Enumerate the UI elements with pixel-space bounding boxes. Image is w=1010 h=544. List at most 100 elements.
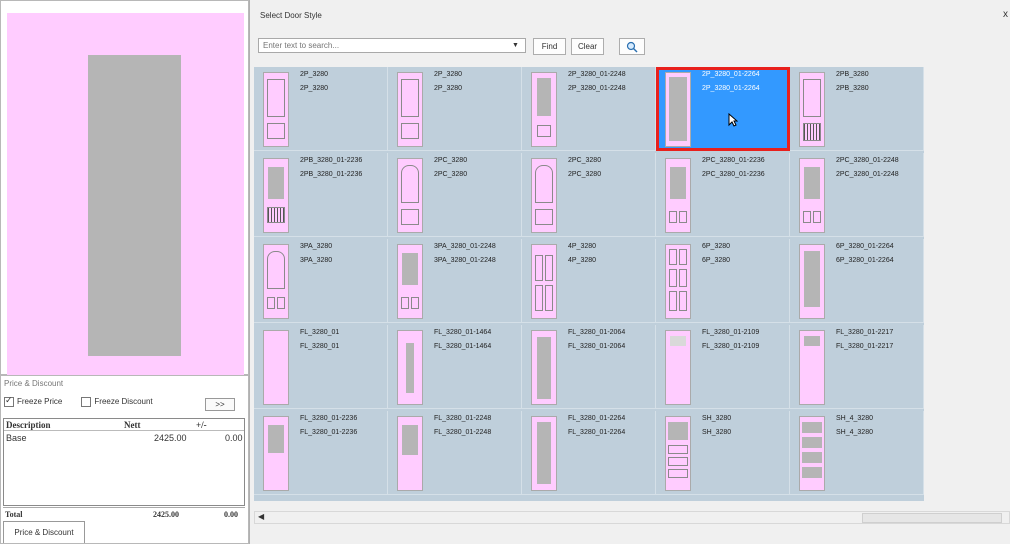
glass-panel	[802, 422, 822, 433]
door-style-name: 2PC_3280	[434, 157, 468, 164]
door-style-name: FL_3280_01-2264	[568, 415, 626, 422]
panel	[668, 457, 688, 466]
door-style-tile[interactable]: 2PB_3280_01-2236 2PB_3280_01-2236	[254, 153, 388, 237]
door-style-code: 6P_3280	[702, 257, 731, 264]
door-style-name: 6P_3280	[702, 243, 731, 250]
door-style-code: 2PB_3280_01-2236	[300, 171, 363, 178]
door-style-tile[interactable]: 2PC_3280_01-2248 2PC_3280_01-2248	[790, 153, 924, 237]
door-style-tile[interactable]: FL_3280_01-2217 FL_3280_01-2217	[790, 325, 924, 409]
price-discount-options: Freeze Price Freeze Discount	[4, 395, 153, 407]
door-style-code: 2P_3280	[300, 85, 329, 92]
door-style-tile[interactable]: 2PC_3280_01-2236 2PC_3280_01-2236	[656, 153, 790, 237]
upper-panel	[267, 79, 285, 117]
freeze-price-checkbox[interactable]	[4, 395, 14, 407]
door-style-code: FL_3280_01-2109	[702, 343, 760, 350]
door-style-tile[interactable]: FL_3280_01-2236 FL_3280_01-2236	[254, 411, 388, 495]
door-thumbnail	[799, 72, 825, 147]
door-style-code: 2PB_3280	[836, 85, 869, 92]
door-thumbnail	[397, 416, 423, 491]
panel	[679, 269, 687, 287]
door-thumbnail	[799, 244, 825, 319]
lower-panel	[411, 297, 419, 309]
door-style-tile[interactable]: FL_3280_01-2264 FL_3280_01-2264	[522, 411, 656, 495]
door-style-code: 6P_3280_01-2264	[836, 257, 894, 264]
door-style-name: 2PC_3280_01-2248	[836, 157, 899, 164]
expand-button[interactable]: >>	[205, 398, 235, 411]
glass-panel	[802, 437, 822, 448]
panel	[668, 469, 688, 478]
magnifier-button[interactable]	[619, 38, 645, 55]
door-style-name: 2P_3280	[434, 71, 463, 78]
find-button[interactable]: Find	[533, 38, 566, 55]
scroll-left-icon[interactable]: ◀	[258, 512, 264, 521]
panel	[679, 291, 687, 311]
door-preview-glass-panel	[88, 55, 181, 356]
door-style-code: 2P_3280_01-2248	[568, 85, 626, 92]
upper-panel	[803, 79, 821, 117]
door-style-code: FL_3280_01-2248	[434, 429, 492, 436]
scrollbar-thumb[interactable]	[862, 513, 1002, 523]
door-style-tile[interactable]: FL_3280_01-2109 FL_3280_01-2109	[656, 325, 790, 409]
upper-panel	[267, 251, 285, 289]
door-thumbnail	[799, 330, 825, 405]
door-style-code: 2P_3280	[434, 85, 463, 92]
door-style-code: 2PC_3280_01-2236	[702, 171, 765, 178]
glass-panel	[668, 422, 688, 440]
door-style-name: FL_3280_01-1464	[434, 329, 492, 336]
search-dropdown-icon[interactable]: ▼	[512, 42, 519, 49]
door-style-tile[interactable]: 3PA_3280_01-2248 3PA_3280_01-2248	[388, 239, 522, 323]
door-style-name: SH_3280	[702, 415, 732, 422]
door-style-tile[interactable]: FL_3280_01-2248 FL_3280_01-2248	[388, 411, 522, 495]
clear-button[interactable]: Clear	[571, 38, 604, 55]
door-style-tile[interactable]: 2P_3280 2P_3280	[388, 67, 522, 151]
door-thumbnail	[665, 244, 691, 319]
lower-panel	[813, 211, 821, 223]
door-style-tile[interactable]: 2PC_3280 2PC_3280	[388, 153, 522, 237]
freeze-discount-label: Freeze Discount	[94, 397, 153, 407]
door-style-tile[interactable]: 6P_3280 6P_3280	[656, 239, 790, 323]
panel	[679, 249, 687, 265]
door-thumbnail	[531, 416, 557, 491]
door-style-tile[interactable]: 2P_3280 2P_3280	[254, 67, 388, 151]
door-style-tile[interactable]: 2P_3280_01-2264 2P_3280_01-2264	[656, 67, 790, 151]
close-icon[interactable]: x	[1003, 9, 1008, 20]
door-style-name: 2PB_3280	[836, 71, 869, 78]
panel	[669, 291, 677, 311]
panel	[668, 445, 688, 454]
door-style-tile[interactable]: SH_3280 SH_3280	[656, 411, 790, 495]
lower-panel	[277, 297, 285, 309]
total-label: Total	[5, 510, 23, 519]
door-style-tile[interactable]: 2PB_3280 2PB_3280	[790, 67, 924, 151]
lower-panel	[679, 211, 687, 223]
search-input[interactable]	[258, 38, 526, 53]
door-style-name: FL_3280_01-2109	[702, 329, 760, 336]
door-style-tile[interactable]: FL_3280_01-1464 FL_3280_01-1464	[388, 325, 522, 409]
door-style-name: SH_4_3280	[836, 415, 873, 422]
door-style-code: FL_3280_01	[300, 343, 340, 350]
door-style-name: 2P_3280	[300, 71, 329, 78]
tab-price-discount[interactable]: Price & Discount	[3, 521, 85, 543]
total-diff: 0.00	[224, 510, 238, 519]
col-nett: Nett	[124, 420, 141, 430]
door-thumbnail	[263, 158, 289, 233]
price-discount-title: Price & Discount	[4, 379, 64, 388]
door-style-tile[interactable]: 3PA_3280 3PA_3280	[254, 239, 388, 323]
door-style-tile[interactable]: FL_3280_01 FL_3280_01	[254, 325, 388, 409]
freeze-price-label: Freeze Price	[17, 397, 63, 407]
door-style-tile[interactable]: 2P_3280_01-2248 2P_3280_01-2248	[522, 67, 656, 151]
upper-panel	[401, 165, 419, 203]
price-row-description: Base	[6, 433, 27, 443]
door-style-tile[interactable]: FL_3280_01-2064 FL_3280_01-2064	[522, 325, 656, 409]
door-style-tile[interactable]: 4P_3280 4P_3280	[522, 239, 656, 323]
door-style-tile[interactable]: SH_4_3280 SH_4_3280	[790, 411, 924, 495]
door-style-tile[interactable]: 6P_3280_01-2264 6P_3280_01-2264	[790, 239, 924, 323]
magnifier-icon	[626, 41, 638, 53]
door-style-gallery: 2P_3280 2P_3280 2P_3280 2P_3280 2P_3280_01-2…	[254, 67, 924, 501]
door-thumbnail	[531, 72, 557, 147]
louver-panel	[803, 123, 821, 141]
door-thumbnail	[665, 72, 691, 147]
freeze-discount-checkbox[interactable]	[81, 396, 92, 407]
door-preview-image	[7, 13, 244, 375]
panel	[669, 269, 677, 287]
door-style-tile[interactable]: 2PC_3280 2PC_3280	[522, 153, 656, 237]
